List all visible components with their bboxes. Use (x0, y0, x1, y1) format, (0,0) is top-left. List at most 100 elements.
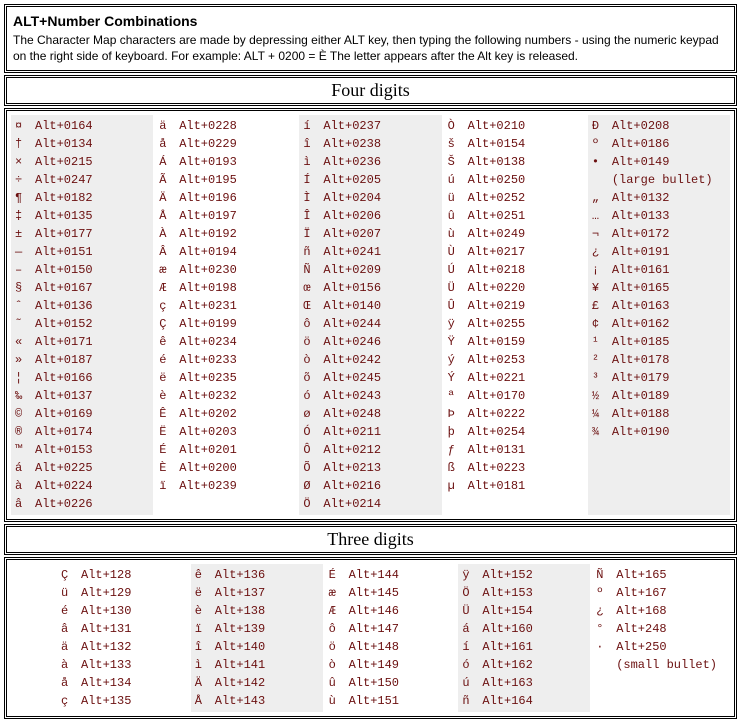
char-code: Alt+0165 (612, 279, 670, 297)
char-code: Alt+0251 (468, 207, 526, 225)
char-row: ŠAlt+0138 (448, 153, 582, 171)
char-code: Alt+0253 (468, 351, 526, 369)
three-digit-box: ÇAlt+128üAlt+129éAlt+130âAlt+131äAlt+132… (4, 557, 737, 719)
char-row: ºAlt+167 (596, 584, 720, 602)
char-glyph: õ (303, 369, 323, 387)
char-code: Alt+0189 (612, 387, 670, 405)
char-glyph: ò (329, 656, 349, 674)
char-code: Alt+142 (215, 674, 265, 692)
char-code: Alt+0185 (612, 333, 670, 351)
char-code: Alt+0228 (179, 117, 237, 135)
char-glyph: ¾ (592, 423, 612, 441)
char-code: Alt+164 (482, 692, 532, 710)
char-row: ëAlt+137 (195, 584, 319, 602)
char-row: —Alt+0151 (15, 243, 149, 261)
char-glyph: Ð (592, 117, 612, 135)
char-row: äAlt+132 (61, 638, 185, 656)
char-code: Alt+250 (616, 638, 666, 656)
three-col-3: ÉAlt+144æAlt+145ÆAlt+146ôAlt+147öAlt+148… (325, 564, 457, 712)
char-glyph: ù (448, 225, 468, 243)
char-glyph: š (448, 135, 468, 153)
char-code: Alt+0236 (323, 153, 381, 171)
four-col-2: äAlt+0228åAlt+0229ÁAlt+0193ÃAlt+0195ÄAlt… (155, 115, 297, 515)
char-row: íAlt+0237 (303, 117, 437, 135)
char-row: îAlt+140 (195, 638, 319, 656)
char-row: üAlt+129 (61, 584, 185, 602)
char-code: Alt+0246 (323, 333, 381, 351)
char-row: ÿAlt+0255 (448, 315, 582, 333)
char-glyph: Œ (303, 297, 323, 315)
char-code: Alt+140 (215, 638, 265, 656)
char-code: Alt+0238 (323, 135, 381, 153)
char-code: Alt+0164 (35, 117, 93, 135)
char-code: Alt+0197 (179, 207, 237, 225)
four-col-5: ÐAlt+0208ºAlt+0186•Alt+0149(large bullet… (588, 115, 730, 515)
section-three-heading: Three digits (4, 524, 737, 555)
char-row: óAlt+162 (462, 656, 586, 674)
char-code: Alt+0237 (323, 117, 381, 135)
char-code: Alt+129 (81, 584, 131, 602)
char-code: Alt+0242 (323, 351, 381, 369)
char-row: áAlt+160 (462, 620, 586, 638)
char-row: £Alt+0163 (592, 297, 726, 315)
char-glyph: ï (159, 477, 179, 495)
char-row: ¤Alt+0164 (15, 117, 149, 135)
char-code: Alt+154 (482, 602, 532, 620)
char-code: Alt+0225 (35, 459, 93, 477)
char-code: Alt+248 (616, 620, 666, 638)
char-row: ÂAlt+0194 (159, 243, 293, 261)
char-row: ŸAlt+0159 (448, 333, 582, 351)
char-glyph: § (15, 279, 35, 297)
char-row: ÅAlt+0197 (159, 207, 293, 225)
char-code: Alt+133 (81, 656, 131, 674)
char-code: Alt+146 (349, 602, 399, 620)
char-code: Alt+0221 (468, 369, 526, 387)
char-row: ÊAlt+0202 (159, 405, 293, 423)
char-row: ùAlt+0249 (448, 225, 582, 243)
char-row: ûAlt+0251 (448, 207, 582, 225)
char-row: ÝAlt+0221 (448, 369, 582, 387)
four-col-1: ¤Alt+0164†Alt+0134×Alt+0215÷Alt+0247¶Alt… (11, 115, 153, 515)
char-row: –Alt+0150 (15, 261, 149, 279)
char-code: Alt+0181 (468, 477, 526, 495)
char-code: Alt+0171 (35, 333, 93, 351)
char-row: ©Alt+0169 (15, 405, 149, 423)
char-glyph: þ (448, 423, 468, 441)
char-glyph: å (61, 674, 81, 692)
char-glyph: ñ (462, 692, 482, 710)
char-code: Alt+0245 (323, 369, 381, 387)
char-row: úAlt+0250 (448, 171, 582, 189)
char-glyph: ø (303, 405, 323, 423)
char-code: Alt+0207 (323, 225, 381, 243)
char-code: Alt+168 (616, 602, 666, 620)
char-code: Alt+0188 (612, 405, 670, 423)
char-code: Alt+147 (349, 620, 399, 638)
char-row: ²Alt+0178 (592, 351, 726, 369)
char-glyph: ê (159, 333, 179, 351)
char-code: Alt+0249 (468, 225, 526, 243)
char-row: ÚAlt+0218 (448, 261, 582, 279)
char-glyph: £ (592, 297, 612, 315)
char-row: šAlt+0154 (448, 135, 582, 153)
char-code: Alt+0137 (35, 387, 93, 405)
char-row: ËAlt+0203 (159, 423, 293, 441)
char-glyph: Ø (303, 477, 323, 495)
char-code: Alt+0150 (35, 261, 93, 279)
char-glyph: ‡ (15, 207, 35, 225)
char-code: Alt+132 (81, 638, 131, 656)
char-row: ØAlt+0216 (303, 477, 437, 495)
char-row: ñAlt+0241 (303, 243, 437, 261)
four-col-3: íAlt+0237îAlt+0238ìAlt+0236ÍAlt+0205ÌAlt… (299, 115, 441, 515)
char-glyph: „ (592, 189, 612, 207)
char-code: Alt+0156 (323, 279, 381, 297)
char-glyph: Æ (159, 279, 179, 297)
char-code: Alt+167 (616, 584, 666, 602)
char-code: Alt+0213 (323, 459, 381, 477)
char-code: Alt+0172 (612, 225, 670, 243)
char-glyph: œ (303, 279, 323, 297)
char-code: (small bullet) (616, 656, 717, 674)
char-row: çAlt+135 (61, 692, 185, 710)
char-code: Alt+0177 (35, 225, 93, 243)
char-row: ýAlt+0253 (448, 351, 582, 369)
char-glyph: ™ (15, 441, 35, 459)
